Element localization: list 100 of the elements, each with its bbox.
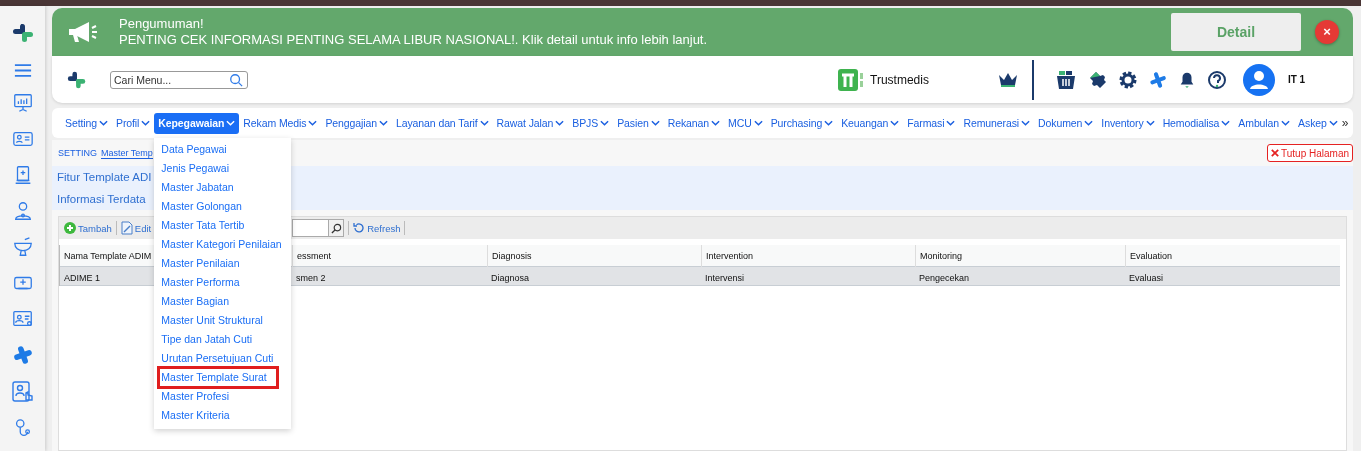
menu-item[interactable]: Setting [61, 112, 112, 134]
search-icon [330, 222, 342, 234]
table-cell: smen 2 [296, 273, 326, 283]
menu-item[interactable]: Kepegawaian [154, 112, 240, 134]
brand-logo-icon [838, 68, 864, 91]
add-icon [64, 222, 76, 234]
caret-icon [1328, 120, 1338, 126]
panel-subtitle: Informasi Terdata [57, 193, 147, 205]
menu-item[interactable]: Purchasing [766, 112, 838, 134]
panel-title: Fitur Template ADI [57, 171, 153, 183]
edit-button[interactable]: Edit [120, 221, 152, 235]
announcement-message: PENTING CEK INFORMASI PENTING SELAMA LIBUR NASIONAL!. Klik detail untuk info lebih lanjut. [119, 32, 709, 48]
column-header[interactable]: Evaluation [1130, 251, 1173, 261]
column-header[interactable]: Diagnosis [492, 251, 532, 261]
column-header[interactable]: essment [297, 251, 331, 261]
crown-icon[interactable] [997, 71, 1018, 88]
caret-icon [379, 120, 388, 126]
menu-item[interactable]: Ambulan [1234, 112, 1295, 134]
caret-icon [1084, 120, 1094, 126]
close-page-button[interactable]: Tutup Halaman [1267, 144, 1353, 162]
dropdown-item[interactable]: Tipe dan Jatah Cuti [154, 329, 292, 349]
dropdown-item[interactable]: Master Template Surat [157, 365, 280, 389]
user-touch-icon[interactable] [10, 380, 35, 404]
caret-icon [1145, 120, 1155, 126]
add-button[interactable]: Tambah [64, 222, 112, 234]
breadcrumb-item[interactable]: SETTING [58, 148, 97, 158]
caret-icon [1221, 120, 1231, 126]
caret-icon [141, 120, 151, 126]
menu-item[interactable]: Profil [112, 112, 155, 134]
column-header[interactable]: Monitoring [920, 251, 963, 261]
menu-item[interactable]: Pasien [613, 112, 664, 134]
menu-item[interactable]: Rekam Medis [239, 112, 322, 134]
dropdown-item[interactable]: Master Bagian [154, 291, 292, 311]
caret-icon [99, 120, 108, 126]
search-icon[interactable] [229, 72, 243, 87]
dropdown-item[interactable]: Master Penilaian [154, 253, 292, 273]
dropdown-item[interactable]: Data Pegawai [154, 139, 292, 159]
caret-icon [890, 120, 900, 126]
dropdown-item[interactable]: Master Tata Tertib [154, 215, 292, 235]
plus-logo-icon[interactable] [1148, 70, 1167, 89]
dropdown-item[interactable]: Master Profesi [154, 386, 292, 406]
settings-icon[interactable] [1117, 69, 1138, 90]
dropdown-item[interactable]: Master Golongan [154, 196, 292, 216]
table-cell: ADIME 1 [64, 273, 100, 283]
menu-icon[interactable] [13, 63, 32, 78]
menu-item[interactable]: Rawat Jalan [492, 112, 569, 134]
caret-icon [650, 120, 660, 126]
logo-icon [10, 21, 35, 45]
presentation-board-icon[interactable] [11, 92, 34, 114]
caret-icon [824, 120, 834, 126]
menu-item[interactable]: Penggajian [321, 112, 392, 134]
menu-item[interactable]: Hemodialisa [1158, 112, 1235, 134]
caret-icon [479, 120, 489, 126]
dropdown-item[interactable]: Urutan Persetujuan Cuti [154, 348, 292, 368]
menu-item[interactable]: Inventory [1097, 112, 1159, 134]
menu-item[interactable]: MCU [724, 112, 767, 134]
dropdown-item[interactable]: Master Kriteria [154, 405, 292, 425]
avatar-icon[interactable] [1242, 63, 1275, 96]
caret-icon [600, 120, 610, 126]
caret-icon [1281, 120, 1291, 126]
menu-item[interactable]: Remunerasi [959, 112, 1035, 134]
refresh-icon [353, 222, 366, 234]
menu-item[interactable]: Keuangan [837, 112, 904, 134]
dropdown-item[interactable]: Master Unit Struktural [154, 310, 292, 330]
close-icon [1271, 149, 1279, 157]
menu-item[interactable]: Dokumen [1034, 112, 1098, 134]
announcement-title: Pengumuman! [119, 16, 205, 32]
menu-item[interactable]: Askep [1294, 112, 1342, 134]
user-name: IT 1 [1287, 74, 1306, 85]
basket-icon[interactable] [1055, 69, 1076, 90]
column-header[interactable]: Nama Template ADIM [64, 251, 152, 261]
dropdown-item[interactable]: Master Kategori Penilaian [154, 234, 292, 254]
menu-item[interactable]: Rekanan [663, 112, 724, 134]
menu-item[interactable]: BPJS [568, 112, 614, 134]
table-cell: Evaluasi [1129, 273, 1164, 283]
caret-icon [946, 120, 956, 126]
help-icon[interactable] [1206, 69, 1227, 90]
more-button[interactable]: » [1341, 116, 1349, 130]
close-button[interactable]: × [1315, 20, 1339, 44]
brand-name: Trustmedis [870, 72, 929, 87]
edit-icon [120, 221, 133, 235]
menu-item[interactable]: Layanan dan Tarif [392, 112, 493, 134]
refresh-button[interactable]: Refresh [353, 222, 401, 234]
caret-icon [711, 120, 720, 126]
caret-icon [1021, 120, 1031, 126]
search-field[interactable] [292, 219, 331, 237]
column-header[interactable]: Intervention [706, 251, 754, 261]
caret-icon [308, 120, 318, 126]
dropdown-item[interactable]: Master Jabatan [154, 177, 292, 197]
search-field[interactable]: Cari Menu... [110, 70, 248, 89]
megaphone-icon [67, 20, 99, 44]
caret-icon [555, 120, 565, 126]
caret-icon [753, 120, 763, 126]
table-cell: Diagnosa [491, 273, 530, 283]
dropdown-item[interactable]: Jenis Pegawai [154, 158, 292, 178]
caret-icon [226, 120, 236, 126]
breadcrumb-tab[interactable]: Master Temp [101, 147, 153, 159]
plus-logo-icon[interactable] [11, 344, 34, 366]
menu-item[interactable]: Farmasi [903, 112, 960, 134]
dropdown-item[interactable]: Master Performa [154, 272, 292, 292]
